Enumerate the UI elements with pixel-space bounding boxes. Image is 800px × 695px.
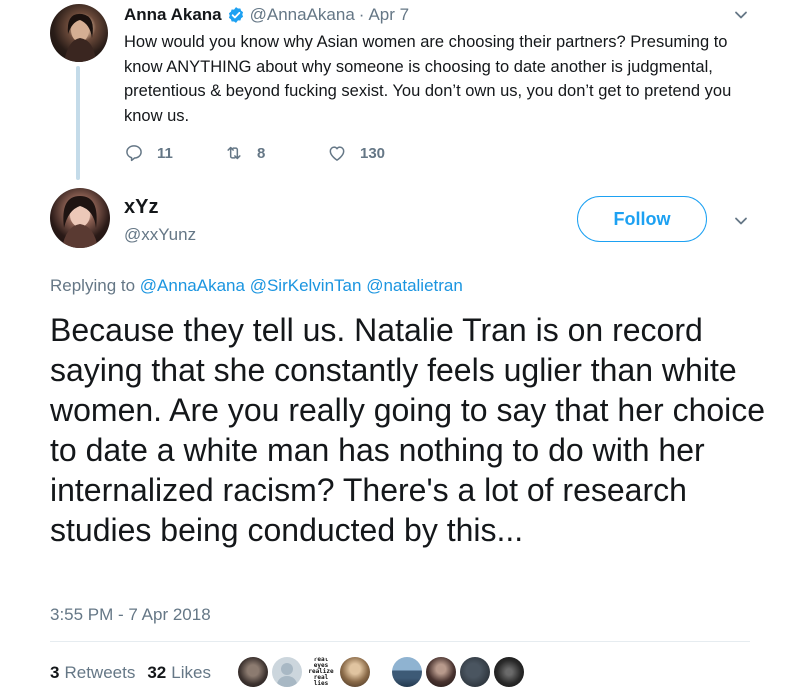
retweets-stat[interactable]: 3 Retweets <box>50 663 135 683</box>
follow-button[interactable]: Follow <box>577 196 707 242</box>
separator-dot: · <box>358 5 365 24</box>
thread-connector-line <box>76 66 80 180</box>
liker-avatars: real eyes realize real lies <box>238 655 528 689</box>
tweet-text: How would you know why Asian women are c… <box>124 33 732 125</box>
tweet-stats: 3 Retweets 32 Likes <box>50 662 211 684</box>
reply-count: 11 <box>157 144 173 162</box>
liker-avatar[interactable]: real eyes realize real lies <box>306 657 336 687</box>
tweet-timestamp[interactable]: 3:55 PM - 7 Apr 2018 <box>50 605 211 625</box>
default-profile-icon <box>276 663 298 687</box>
tweet-actions: 11 8 130 <box>124 142 385 164</box>
retweet-button[interactable]: 8 <box>224 143 327 163</box>
mention-link[interactable]: @SirKelvinTan <box>250 276 362 295</box>
replying-to-label: Replying to <box>50 276 136 295</box>
replying-to: Replying to @AnnaAkana @SirKelvinTan @na… <box>50 276 463 296</box>
liker-avatar[interactable] <box>238 657 268 687</box>
reply-icon <box>126 145 142 162</box>
author-handle[interactable]: @xxYunz <box>124 225 196 245</box>
author-handle[interactable]: @AnnaAkana <box>250 5 355 25</box>
like-button[interactable]: 130 <box>327 143 385 163</box>
like-count: 32 <box>147 663 167 682</box>
avatar-portrait-icon <box>62 196 98 248</box>
parent-tweet-header: Anna Akana @AnnaAkana · Apr 7 <box>124 4 409 26</box>
liker-avatar[interactable] <box>494 657 524 687</box>
chevron-down-icon[interactable] <box>733 7 749 23</box>
avatar-portrait-icon <box>64 13 96 62</box>
author-name[interactable]: xYz <box>124 196 158 219</box>
likes-stat[interactable]: 32 Likes <box>147 663 211 683</box>
chevron-down-icon[interactable] <box>733 213 749 229</box>
liker-avatar[interactable] <box>340 657 370 687</box>
author-name[interactable]: Anna Akana <box>124 5 222 25</box>
retweet-count: 3 <box>50 663 60 682</box>
liker-avatar[interactable] <box>392 657 422 687</box>
avatar[interactable] <box>50 4 108 62</box>
avatar[interactable] <box>50 188 110 248</box>
mention-link[interactable]: @natalietran <box>366 276 463 295</box>
liker-avatar-default[interactable] <box>272 657 302 687</box>
heart-icon <box>329 146 345 161</box>
tweet-time[interactable]: Apr 7 <box>368 5 409 25</box>
divider <box>50 641 750 642</box>
mention-link[interactable]: @AnnaAkana <box>140 276 245 295</box>
like-count: 130 <box>360 144 386 162</box>
retweets-label: Retweets <box>64 663 136 682</box>
liker-avatar[interactable] <box>460 657 490 687</box>
retweet-icon <box>227 146 241 160</box>
liker-avatar[interactable] <box>426 657 456 687</box>
retweet-count: 8 <box>257 144 266 162</box>
tweet-text: Because they tell us. Natalie Tran is on… <box>50 312 766 548</box>
parent-tweet[interactable]: Anna Akana @AnnaAkana · Apr 7 How would … <box>0 0 800 180</box>
likes-label: Likes <box>171 663 211 682</box>
reply-button[interactable]: 11 <box>124 143 224 163</box>
verified-badge-icon <box>228 7 243 23</box>
